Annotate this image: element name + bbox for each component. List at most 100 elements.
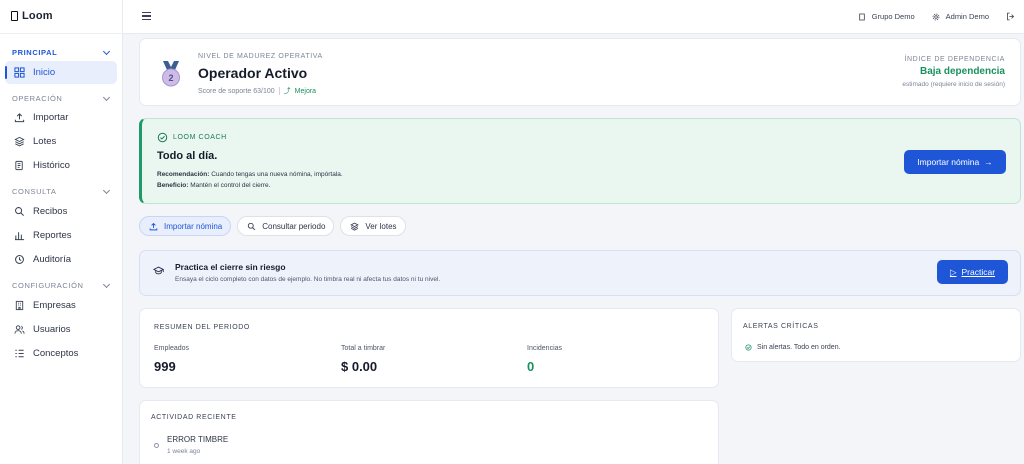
building-icon xyxy=(14,300,25,311)
section-label: PRINCIPAL xyxy=(12,48,58,57)
import-payroll-button[interactable]: Importar nómina → xyxy=(904,150,1006,174)
dependency-value: Baja dependencia xyxy=(919,66,1005,77)
sidebar-item-label: Empresas xyxy=(33,300,76,311)
loom-logo-icon xyxy=(11,11,18,21)
section-operacion[interactable]: OPERACIÓN xyxy=(12,93,112,103)
sidebar: Loom PRINCIPAL Inicio OPERACIÓN Importar… xyxy=(0,0,123,464)
maturity-level-card: 2 NIVEL DE MADUREZ OPERATIVA Operador Ac… xyxy=(139,38,1021,106)
stat-label: Incidencias xyxy=(527,345,563,352)
section-label: CONSULTA xyxy=(12,187,57,196)
sidebar-item-label: Conceptos xyxy=(33,348,79,359)
sidebar-item-label: Lotes xyxy=(33,136,57,147)
play-icon: ▷ xyxy=(949,266,957,277)
sidebar-item-auditoria[interactable]: Auditoría xyxy=(5,248,117,271)
sidebar-item-label: Importar xyxy=(33,112,69,123)
benefit-text: Mantén el control del cierre. xyxy=(190,182,271,189)
section-label: OPERACIÓN xyxy=(12,94,63,103)
coach-benefit: Beneficio: Mantén el control del cierre. xyxy=(157,182,270,189)
menu-icon[interactable] xyxy=(142,12,151,20)
dependency-label: ÍNDICE DE DEPENDENCIA xyxy=(904,56,1005,63)
practice-button-label: Practicar xyxy=(961,267,996,277)
graduation-cap-icon xyxy=(153,265,164,276)
sidebar-item-usuarios[interactable]: Usuarios xyxy=(5,318,117,341)
sidebar-item-historico[interactable]: Histórico xyxy=(5,154,117,177)
chevron-down-icon xyxy=(102,186,111,194)
sidebar-item-importar[interactable]: Importar xyxy=(5,106,117,129)
practice-button[interactable]: ▷ Practicar xyxy=(937,260,1008,284)
arrow-right-icon: → xyxy=(984,157,993,167)
coach-title: Todo al día. xyxy=(157,150,218,162)
practice-subtitle: Ensaya el ciclo completo con datos de ej… xyxy=(175,276,441,283)
section-principal[interactable]: PRINCIPAL xyxy=(12,47,112,57)
quick-actions: Importar nómina Consultar periodo Ver lo… xyxy=(139,216,406,236)
brand-logo[interactable]: Loom xyxy=(11,10,53,22)
grid-icon xyxy=(14,67,25,78)
sidebar-item-reportes[interactable]: Reportes xyxy=(5,224,117,247)
level-kicker: NIVEL DE MADUREZ OPERATIVA xyxy=(198,53,323,60)
practice-banner: Practica el cierre sin riesgo Ensaya el … xyxy=(139,250,1021,296)
recommendation-label: Recomendación: xyxy=(157,171,210,178)
alerts-title: ALERTAS CRÍTICAS xyxy=(743,323,819,330)
sidebar-item-label: Histórico xyxy=(33,160,70,171)
dependency-index: ÍNDICE DE DEPENDENCIA Baja dependencia e… xyxy=(902,56,1005,88)
summary-title: RESUMEN DEL PERIODO xyxy=(154,324,250,331)
sidebar-item-recibos[interactable]: Recibos xyxy=(5,200,117,223)
upload-icon xyxy=(14,112,25,123)
bar-chart-icon xyxy=(14,230,25,241)
layers-icon xyxy=(14,136,25,147)
recommendation-text: Cuando tengas una nueva nómina, impórtal… xyxy=(211,171,343,178)
coach-tag: LOOM COACH xyxy=(157,132,227,143)
search-icon xyxy=(246,221,257,232)
quick-import-button[interactable]: Importar nómina xyxy=(139,216,232,236)
brand-name: Loom xyxy=(22,10,53,22)
critical-alerts-card: ALERTAS CRÍTICAS Sin alertas. Todo en or… xyxy=(731,308,1021,362)
section-label: CONFIGURACIÓN xyxy=(12,281,84,290)
coach-tag-label: LOOM COACH xyxy=(173,134,227,141)
layers-icon xyxy=(349,221,360,232)
sidebar-item-label: Usuarios xyxy=(33,324,71,335)
search-icon xyxy=(14,206,25,217)
list-icon xyxy=(14,348,25,359)
score-separator xyxy=(278,87,280,95)
chevron-down-icon xyxy=(102,93,111,101)
period-summary-card: RESUMEN DEL PERIODO Empleados 999 Total … xyxy=(139,308,719,388)
alerts-status: Sin alertas. Todo en orden. xyxy=(743,342,841,353)
activity-item-time: 1 week ago xyxy=(167,448,201,455)
user-name: Admin Demo xyxy=(945,12,989,21)
stat-label: Empleados xyxy=(154,345,190,352)
stat-value: $ 0.00 xyxy=(341,359,378,374)
topbar: Grupo Demo Admin Demo xyxy=(123,0,1024,34)
building-icon xyxy=(857,11,868,22)
activity-title: ACTIVIDAD RECIENTE xyxy=(151,414,237,421)
import-payroll-button-label: Importar nómina xyxy=(917,157,980,167)
chevron-down-icon xyxy=(102,47,111,55)
user-menu[interactable]: Admin Demo xyxy=(931,11,989,22)
practice-title: Practica el cierre sin riesgo xyxy=(175,262,286,272)
chevron-down-icon xyxy=(102,280,111,288)
recent-activity-card: ACTIVIDAD RECIENTE ERROR TIMBRE 1 week a… xyxy=(139,400,719,464)
medal-icon: 2 xyxy=(162,61,180,87)
quick-batches-button[interactable]: Ver lotes xyxy=(340,216,406,236)
audit-clock-icon xyxy=(14,254,25,265)
sidebar-divider xyxy=(0,33,123,34)
score-text: Score de soporte 63/100 xyxy=(198,87,275,95)
topbar-right: Grupo Demo Admin Demo xyxy=(857,11,1016,22)
sidebar-item-lotes[interactable]: Lotes xyxy=(5,130,117,153)
section-consulta[interactable]: CONSULTA xyxy=(12,186,112,196)
sidebar-item-inicio[interactable]: Inicio xyxy=(5,61,117,84)
dependency-note: estimado (requiere inicio de sesión) xyxy=(902,81,1005,88)
quick-action-label: Consultar periodo xyxy=(262,221,326,231)
section-configuracion[interactable]: CONFIGURACIÓN xyxy=(12,280,112,290)
level-title: Operador Activo xyxy=(198,65,308,81)
check-circle-icon xyxy=(157,132,168,143)
sidebar-item-empresas[interactable]: Empresas xyxy=(5,294,117,317)
group-selector[interactable]: Grupo Demo xyxy=(857,11,915,22)
quick-period-button[interactable]: Consultar periodo xyxy=(237,216,335,236)
sidebar-item-label: Recibos xyxy=(33,206,68,217)
benefit-label: Beneficio: xyxy=(157,182,189,189)
check-circle-icon xyxy=(743,342,754,353)
logout-icon[interactable] xyxy=(1005,11,1016,22)
stat-value: 0 xyxy=(527,359,535,374)
activity-item-title: ERROR TIMBRE xyxy=(167,435,229,444)
sidebar-item-conceptos[interactable]: Conceptos xyxy=(5,342,117,365)
